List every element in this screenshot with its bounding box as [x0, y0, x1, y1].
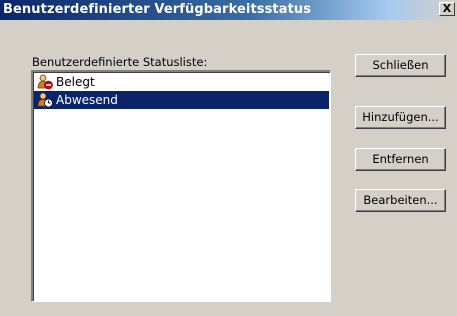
list-item-label: Belegt [56, 75, 95, 89]
status-listbox[interactable]: Belegt Abwesend [31, 70, 331, 302]
title-bar[interactable]: Benutzerdefinierter Verfügbarkeitsstatus… [0, 0, 457, 20]
window-title: Benutzerdefinierter Verfügbarkeitsstatus [3, 2, 312, 17]
busy-status-icon [37, 74, 53, 90]
close-window-button[interactable]: X [439, 2, 455, 16]
close-button[interactable]: Schließen [355, 54, 446, 77]
status-list-label: Benutzerdefinierte Statusliste: [32, 55, 208, 69]
away-status-icon [37, 92, 53, 108]
list-item-belegt[interactable]: Belegt [34, 73, 329, 91]
remove-button[interactable]: Entfernen [355, 148, 446, 171]
list-item-abwesend[interactable]: Abwesend [34, 91, 329, 109]
add-button[interactable]: Hinzufügen... [355, 106, 446, 129]
list-item-label: Abwesend [56, 93, 118, 107]
edit-button[interactable]: Bearbeiten... [355, 189, 446, 212]
